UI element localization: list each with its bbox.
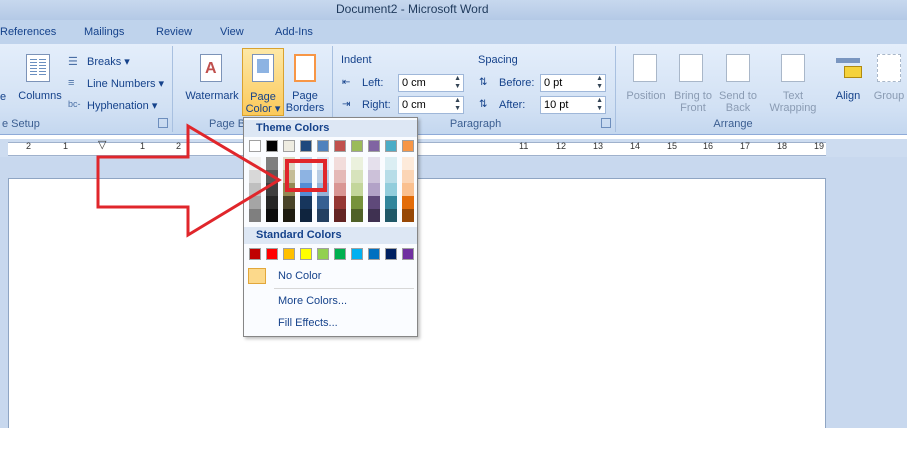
annotation-highlight-box <box>285 159 327 192</box>
annotation-arrow <box>96 123 282 238</box>
annotation-overlay <box>96 123 327 238</box>
